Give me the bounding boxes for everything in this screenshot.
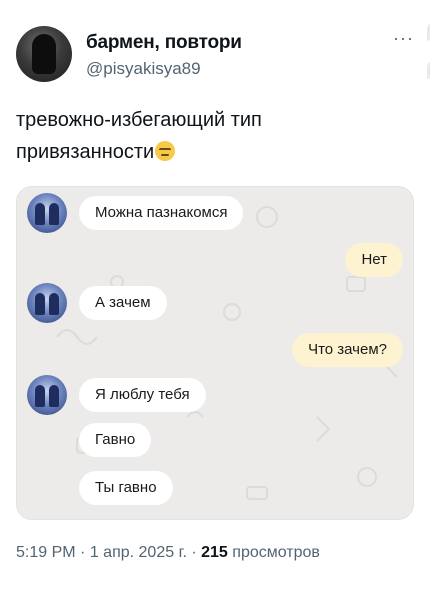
author-display-name[interactable]: бармен, повтори bbox=[86, 32, 242, 54]
chat-message-row: Я люблу тебя bbox=[27, 375, 206, 415]
tweet-time[interactable]: 5:19 PM bbox=[16, 544, 76, 561]
chat-message-row: Нет bbox=[345, 243, 403, 277]
sender-avatar bbox=[27, 283, 67, 323]
chat-bubble-incoming: А зачем bbox=[79, 286, 167, 320]
author-avatar[interactable] bbox=[16, 26, 72, 82]
chat-bubble-incoming: Я люблу тебя bbox=[79, 378, 206, 412]
chat-bubble-outgoing: Что зачем? bbox=[292, 333, 403, 367]
chat-message-row: Что зачем? bbox=[292, 333, 403, 367]
sender-avatar bbox=[27, 193, 67, 233]
tweet-text: тревожно-избегающий тип привязанности bbox=[16, 104, 396, 168]
chat-message-row: А зачем bbox=[27, 283, 167, 323]
chat-message-row: Гавно bbox=[27, 423, 152, 457]
views-label: просмотров bbox=[232, 544, 320, 561]
chat-bubble-outgoing: Нет bbox=[345, 243, 403, 277]
meta-separator: · bbox=[191, 544, 197, 561]
more-options-button[interactable]: ··· bbox=[393, 28, 414, 49]
chat-bubble-incoming: Можна пазнакомся bbox=[79, 196, 244, 230]
chat-bubble-incoming: Гавно bbox=[79, 423, 152, 457]
tweet-date[interactable]: 1 апр. 2025 г. bbox=[90, 544, 187, 561]
meta-separator: · bbox=[80, 544, 86, 561]
chat-message-row: Можна пазнакомся bbox=[27, 193, 244, 233]
tweet-header: бармен, повтори @pisyakisya89 ··· bbox=[16, 26, 414, 82]
sender-avatar bbox=[27, 375, 67, 415]
chat-bubble-incoming: Ты гавно bbox=[79, 471, 173, 505]
tweet-text-content: тревожно-избегающий тип привязанности bbox=[16, 109, 262, 163]
tweet-meta: 5:19 PM · 1 апр. 2025 г. · 215 просмотро… bbox=[16, 544, 320, 562]
chat-screenshot-image[interactable]: Можна пазнакомся Нет А зачем Что зачем? … bbox=[16, 186, 414, 520]
pensive-face-emoji-icon bbox=[155, 141, 176, 161]
watermark-text: BeBa bbox=[422, 4, 430, 81]
views-count: 215 bbox=[201, 544, 228, 561]
chat-message-row: Ты гавно bbox=[27, 471, 173, 505]
author-handle[interactable]: @pisyakisya89 bbox=[86, 59, 201, 79]
